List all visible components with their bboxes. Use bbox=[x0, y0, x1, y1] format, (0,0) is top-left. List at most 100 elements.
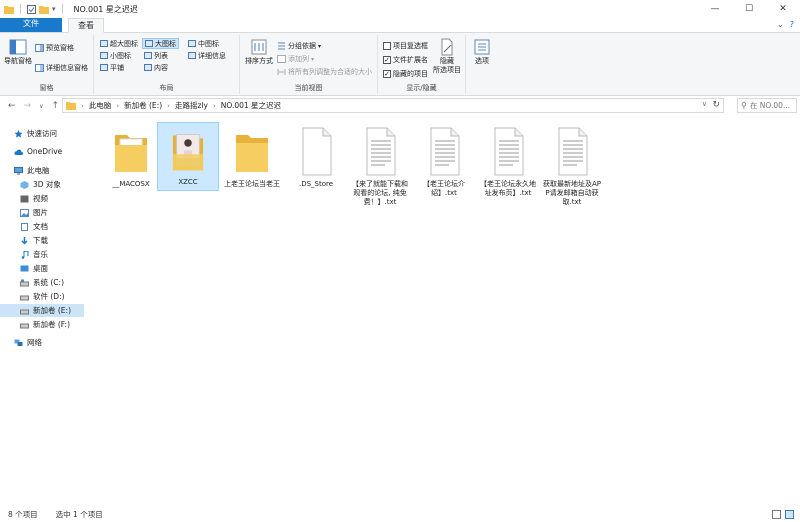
file-extension-toggle[interactable]: ✓ 文件扩展名 bbox=[383, 55, 428, 65]
layout-gallery: 超大图标 大图标 中图标 小图标 列表 详细信息 平铺 内容 bbox=[98, 38, 238, 74]
layout-extra-large-icons[interactable]: 超大图标 bbox=[98, 38, 140, 49]
breadcrumb-drive-e[interactable]: 新加卷 (E:) bbox=[124, 100, 162, 111]
layout-small-icons[interactable]: 小图标 bbox=[98, 50, 133, 61]
view-icon bbox=[144, 52, 152, 59]
tab-view[interactable]: 查看 bbox=[68, 18, 104, 33]
details-view-icon[interactable] bbox=[772, 510, 781, 519]
ribbon-controls: ⌄ ? bbox=[777, 20, 794, 29]
help-icon[interactable]: ? bbox=[790, 20, 794, 29]
nav-item-drive-f[interactable]: 新加卷 (F:) bbox=[0, 318, 84, 331]
layout-medium-icons[interactable]: 中图标 bbox=[186, 38, 221, 49]
breadcrumb-folder[interactable]: 走路摇zly bbox=[175, 100, 208, 111]
fit-columns-icon bbox=[277, 69, 286, 75]
list-item[interactable]: .DS_Store bbox=[285, 122, 347, 192]
folder-icon bbox=[4, 5, 14, 14]
tab-file[interactable]: 文件 bbox=[0, 18, 62, 32]
list-item[interactable]: 上老王论坛当老王 bbox=[221, 122, 283, 192]
download-icon bbox=[21, 236, 28, 245]
nav-item-network[interactable]: 网络 bbox=[0, 336, 84, 349]
nav-pane-button[interactable]: 导航窗格 bbox=[3, 38, 33, 66]
document-icon bbox=[21, 222, 28, 231]
add-column-button[interactable]: 添加列 ▾ bbox=[277, 54, 314, 64]
nav-item-desktop[interactable]: 桌面 bbox=[0, 262, 84, 275]
nav-item-music[interactable]: 音乐 bbox=[0, 248, 84, 261]
fit-columns-button[interactable]: 将所有列调整为合适的大小 bbox=[277, 67, 372, 77]
item-checkbox-toggle[interactable]: 项目复选框 bbox=[383, 41, 428, 51]
drive-icon bbox=[20, 323, 29, 328]
layout-list[interactable]: 列表 bbox=[142, 50, 170, 61]
recent-chevron-icon[interactable]: ∨ bbox=[39, 103, 43, 111]
nav-item-videos[interactable]: 视频 bbox=[0, 192, 84, 205]
list-item[interactable]: 【来了就能下载和观看的论坛, 纯免费！】.txt bbox=[349, 122, 411, 210]
layout-content[interactable]: 内容 bbox=[142, 62, 170, 73]
nav-item-onedrive[interactable]: OneDrive bbox=[0, 145, 84, 158]
folder-icon bbox=[115, 135, 147, 172]
group-label: 窗格 bbox=[39, 84, 54, 92]
picture-icon bbox=[20, 208, 29, 217]
nav-item-drive-c[interactable]: 系统 (C:) bbox=[0, 276, 84, 289]
up-arrow-icon[interactable]: ↑ bbox=[52, 101, 60, 111]
layout-tiles[interactable]: 平铺 bbox=[98, 62, 126, 73]
photo-folder-icon bbox=[172, 134, 204, 171]
star-icon bbox=[14, 129, 23, 138]
options-button[interactable]: 选项 bbox=[469, 38, 495, 66]
view-icon bbox=[100, 40, 108, 47]
preview-pane-button[interactable]: 预览窗格 bbox=[35, 43, 74, 53]
layout-details[interactable]: 详细信息 bbox=[186, 50, 228, 61]
drive-icon bbox=[20, 295, 29, 300]
nav-item-downloads[interactable]: 下载 bbox=[0, 234, 84, 247]
customize-toolbar-icon[interactable]: ▾ bbox=[52, 5, 56, 13]
refresh-icon[interactable]: ↻ bbox=[712, 100, 720, 110]
properties-icon[interactable] bbox=[27, 4, 36, 14]
chevron-down-icon[interactable]: ⌄ bbox=[777, 20, 784, 29]
window-title: NO.001 星之迟迟 bbox=[73, 4, 138, 14]
view-switcher bbox=[772, 510, 794, 519]
nav-item-3d-objects[interactable]: 3D 对象 bbox=[0, 178, 84, 191]
nav-item-drive-e[interactable]: 新加卷 (E:) bbox=[0, 304, 84, 317]
selection-count: 选中 1 个项目 bbox=[55, 510, 103, 519]
list-item[interactable]: XZCC bbox=[157, 122, 219, 191]
back-arrow-icon[interactable]: ← bbox=[8, 101, 16, 111]
minimize-button[interactable]: — bbox=[698, 0, 732, 18]
list-item[interactable]: 【老王论坛介绍】.txt bbox=[413, 122, 475, 201]
hidden-items-toggle[interactable]: ✓ 隐藏的项目 bbox=[383, 69, 428, 79]
navigation-pane: 快速访问 OneDrive 此电脑 3D 对象 视频 图片 文档 下载 音乐 桌… bbox=[0, 120, 86, 506]
nav-item-documents[interactable]: 文档 bbox=[0, 220, 84, 233]
pane-group: 导航窗格 预览窗格 详细信息窗格 窗格 bbox=[0, 35, 94, 94]
details-pane-button[interactable]: 详细信息窗格 bbox=[35, 63, 88, 73]
drive-icon bbox=[20, 309, 29, 314]
breadcrumb-current[interactable]: NO.001 星之迟迟 bbox=[221, 100, 281, 111]
nav-buttons: ← → ∨ ↑ bbox=[0, 101, 64, 111]
address-bar[interactable]: › 此电脑 › 新加卷 (E:) › 走路摇zly › NO.001 星之迟迟 … bbox=[62, 98, 724, 113]
sort-icon bbox=[251, 39, 267, 55]
toolbar-divider bbox=[20, 4, 21, 14]
breadcrumb-this-pc[interactable]: 此电脑 bbox=[89, 100, 112, 111]
checkbox-checked[interactable]: ✓ bbox=[383, 70, 391, 78]
nav-item-drive-d[interactable]: 软件 (D:) bbox=[0, 290, 84, 303]
status-bar: 8 个项目 选中 1 个项目 bbox=[0, 507, 800, 522]
list-item[interactable]: 【老王论坛永久地址发布页】.txt bbox=[477, 122, 539, 201]
large-icons-view-icon[interactable] bbox=[785, 510, 794, 519]
nav-item-pictures[interactable]: 图片 bbox=[0, 206, 84, 219]
text-file-icon bbox=[494, 127, 524, 176]
computer-icon bbox=[14, 166, 23, 174]
address-dropdown-icon[interactable]: ∨ bbox=[702, 100, 707, 108]
group-label: 布局 bbox=[159, 84, 174, 92]
layout-large-icons[interactable]: 大图标 bbox=[142, 38, 179, 49]
drive-icon bbox=[20, 279, 29, 286]
nav-item-this-pc[interactable]: 此电脑 bbox=[0, 164, 84, 177]
checkbox-unchecked[interactable] bbox=[383, 42, 391, 50]
forward-arrow-icon[interactable]: → bbox=[24, 101, 32, 111]
close-button[interactable]: ✕ bbox=[766, 0, 800, 18]
maximize-button[interactable]: ☐ bbox=[732, 0, 766, 18]
view-icon bbox=[100, 52, 108, 59]
list-item[interactable]: 获取最新地址及APP请发邮箱自动获取.txt bbox=[541, 122, 603, 210]
list-item[interactable]: __MACOSX bbox=[100, 122, 162, 192]
checkbox-checked[interactable]: ✓ bbox=[383, 56, 391, 64]
group-by-button[interactable]: 分组依据 ▾ bbox=[277, 41, 321, 51]
sort-by-button[interactable]: 排序方式 bbox=[244, 38, 274, 66]
search-input[interactable]: ⚲ 在 NO.00... bbox=[737, 98, 797, 113]
hide-selected-button[interactable]: 隐藏 所选项目 bbox=[430, 38, 464, 75]
nav-item-quick-access[interactable]: 快速访问 bbox=[0, 127, 84, 140]
new-folder-icon[interactable] bbox=[39, 5, 49, 14]
